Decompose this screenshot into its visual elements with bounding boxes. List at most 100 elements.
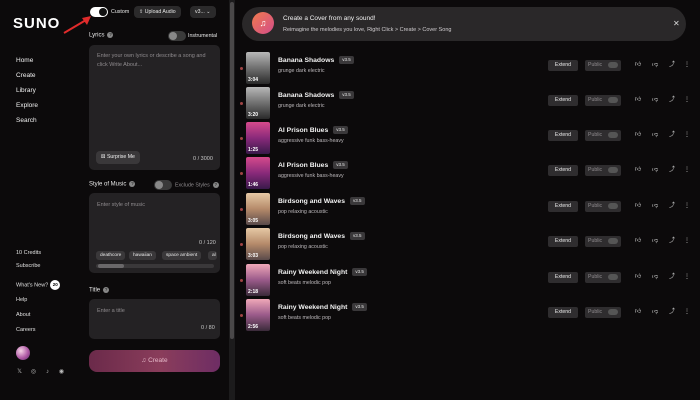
help-link[interactable]: Help [16,297,27,303]
more-options-icon[interactable]: ⋮ [683,237,691,245]
surprise-me-button[interactable]: ⚄ Surprise Me [96,151,140,164]
song-row[interactable]: 2:56 Rainy Weekend Night v3.5 soft beats … [238,299,691,331]
extend-button[interactable]: Extend [548,201,578,212]
share-icon[interactable]: ⤴ [668,237,676,245]
subscribe-link[interactable]: Subscribe [16,263,40,269]
whats-new-link[interactable]: What's New? 20 [16,280,61,290]
close-icon[interactable]: ✕ [673,19,680,28]
thumbs-up-icon[interactable]: 👍︎ [634,308,642,316]
more-options-icon[interactable]: ⋮ [683,166,691,174]
thumbs-up-icon[interactable]: 👍︎ [634,96,642,104]
style-chip[interactable]: hawaiian [129,251,156,260]
x-twitter-icon[interactable]: 𝕏 [16,369,23,376]
public-toggle[interactable]: Public [585,236,621,247]
public-toggle[interactable]: Public [585,272,621,283]
share-icon[interactable]: ⤴ [668,166,676,174]
extend-button[interactable]: Extend [548,236,578,247]
help-icon[interactable]: ? [103,287,110,293]
more-options-icon[interactable]: ⋮ [683,202,691,210]
nav-explore[interactable]: Explore [16,102,38,109]
more-options-icon[interactable]: ⋮ [683,131,691,139]
song-title[interactable]: AI Prison Blues v3.5 [278,126,348,134]
title-input[interactable] [89,299,220,339]
song-title[interactable]: Rainy Weekend Night v3.5 [278,303,367,311]
panel-scrollbar[interactable] [229,0,235,400]
version-select[interactable]: v3... ⌄ [190,6,216,18]
help-icon[interactable]: ? [212,182,219,188]
more-options-icon[interactable]: ⋮ [683,273,691,281]
song-row[interactable]: 1:46 AI Prison Blues v3.5 aggressive funk… [238,157,691,189]
style-chips-scrollbar[interactable] [96,264,214,268]
song-title[interactable]: Banana Shadows v3.5 [278,56,354,64]
thumbs-up-icon[interactable]: 👍︎ [634,273,642,281]
public-toggle[interactable]: Public [585,60,621,71]
song-row[interactable]: 2:18 Rainy Weekend Night v3.5 soft beats … [238,264,691,296]
more-options-icon[interactable]: ⋮ [683,61,691,69]
song-cover-thumbnail[interactable]: 3:04 [246,52,270,84]
song-tags[interactable]: soft beats melodic pop [278,315,331,321]
song-title[interactable]: Birdsong and Waves v3.5 [278,197,365,205]
share-icon[interactable]: ⤴ [668,202,676,210]
song-row[interactable]: 3:05 Birdsong and Waves v3.5 pop relaxing… [238,193,691,225]
thumbs-down-icon[interactable]: 👎︎ [651,273,659,281]
thumbs-down-icon[interactable]: 👎︎ [651,237,659,245]
song-cover-thumbnail[interactable]: 3:05 [246,193,270,225]
share-icon[interactable]: ⤴ [668,308,676,316]
song-cover-thumbnail[interactable]: 1:46 [246,157,270,189]
instrumental-toggle[interactable] [168,31,186,41]
public-toggle[interactable]: Public [585,201,621,212]
careers-link[interactable]: Careers [16,327,36,333]
song-row[interactable]: 3:04 Banana Shadows v3.5 grunge dark elec… [238,52,691,84]
instagram-icon[interactable]: ◎ [30,369,37,376]
cover-promo-banner[interactable] [242,7,686,41]
exclude-styles-toggle[interactable] [154,180,172,190]
create-button[interactable]: ♫ Create [89,350,220,372]
thumbs-down-icon[interactable]: 👎︎ [651,308,659,316]
nav-home[interactable]: Home [16,57,33,64]
song-tags[interactable]: aggressive funk bass-heavy [278,138,344,144]
song-tags[interactable]: aggressive funk bass-heavy [278,173,344,179]
thumbs-up-icon[interactable]: 👍︎ [634,237,642,245]
help-icon[interactable]: ? [107,32,114,38]
thumbs-up-icon[interactable]: 👍︎ [634,202,642,210]
share-icon[interactable]: ⤴ [668,131,676,139]
extend-button[interactable]: Extend [548,60,578,71]
song-tags[interactable]: pop relaxing acoustic [278,209,328,215]
suno-logo[interactable]: SUNO [13,15,60,32]
public-toggle[interactable]: Public [585,130,621,141]
share-icon[interactable]: ⤴ [668,96,676,104]
more-options-icon[interactable]: ⋮ [683,308,691,316]
custom-toggle[interactable] [90,7,108,17]
tiktok-icon[interactable]: ♪ [44,369,51,376]
discord-icon[interactable]: ◉ [58,369,65,376]
extend-button[interactable]: Extend [548,272,578,283]
style-chip[interactable]: space ambient [162,251,202,260]
thumbs-down-icon[interactable]: 👎︎ [651,166,659,174]
song-title[interactable]: AI Prison Blues v3.5 [278,161,348,169]
thumbs-up-icon[interactable]: 👍︎ [634,131,642,139]
style-chip[interactable]: deathcore [96,251,126,260]
nav-create[interactable]: Create [16,72,36,79]
public-toggle[interactable]: Public [585,95,621,106]
style-chip[interactable]: al [208,251,217,260]
song-row[interactable]: 1:25 AI Prison Blues v3.5 aggressive funk… [238,122,691,154]
public-toggle[interactable]: Public [585,165,621,176]
more-options-icon[interactable]: ⋮ [683,96,691,104]
song-row[interactable]: 3:03 Birdsong and Waves v3.5 pop relaxing… [238,228,691,260]
nav-library[interactable]: Library [16,87,36,94]
song-tags[interactable]: grunge dark electric [278,103,325,109]
song-cover-thumbnail[interactable]: 1:25 [246,122,270,154]
avatar[interactable] [16,346,30,360]
song-tags[interactable]: pop relaxing acoustic [278,244,328,250]
song-title[interactable]: Rainy Weekend Night v3.5 [278,268,367,276]
thumbs-up-icon[interactable]: 👍︎ [634,61,642,69]
public-toggle[interactable]: Public [585,307,621,318]
thumbs-down-icon[interactable]: 👎︎ [651,131,659,139]
thumbs-up-icon[interactable]: 👍︎ [634,166,642,174]
share-icon[interactable]: ⤴ [668,61,676,69]
song-row[interactable]: 3:20 Banana Shadows v3.5 grunge dark elec… [238,87,691,119]
upload-audio-button[interactable]: ⇪ Upload Audio [134,6,181,18]
song-title[interactable]: Birdsong and Waves v3.5 [278,232,365,240]
song-tags[interactable]: grunge dark electric [278,68,325,74]
song-cover-thumbnail[interactable]: 3:03 [246,228,270,260]
